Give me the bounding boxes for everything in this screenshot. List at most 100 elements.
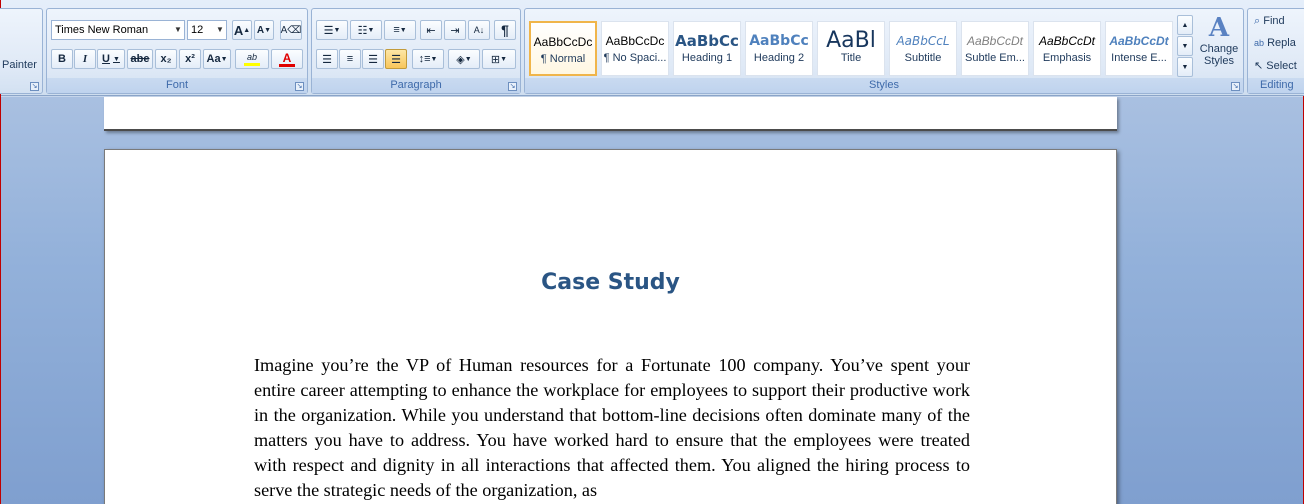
justify-icon: ☰: [391, 53, 401, 66]
clipboard-launcher-icon[interactable]: ↘: [30, 82, 39, 91]
styles-scroll-down-button[interactable]: ▼: [1177, 36, 1193, 56]
line-spacing-button[interactable]: ↕≡ ▼: [412, 49, 444, 69]
chevron-down-icon[interactable]: ▼: [214, 21, 226, 39]
decrease-indent-button[interactable]: ⇤: [420, 20, 442, 40]
show-marks-button[interactable]: ¶: [494, 20, 516, 40]
paragraph-launcher-icon[interactable]: ↘: [508, 82, 517, 91]
style-sample: AaBbCcDt: [1038, 34, 1096, 48]
highlight-button[interactable]: ab: [235, 49, 269, 69]
change-styles-icon: A: [1208, 13, 1230, 43]
style-normal[interactable]: AaBbCcDc ¶ Normal: [529, 21, 597, 76]
replace-button[interactable]: ab Repla: [1254, 37, 1296, 49]
pilcrow-icon: ¶: [501, 22, 509, 38]
change-case-icon: Aa: [206, 53, 221, 65]
style-sample: AaBbCcDc: [605, 34, 665, 48]
bold-button[interactable]: B: [51, 49, 73, 69]
align-right-icon: ☰: [368, 53, 378, 66]
font-size-combo[interactable]: 12 ▼: [187, 20, 227, 40]
multilevel-list-button[interactable]: ≡ ▼: [384, 20, 416, 40]
font-launcher-icon[interactable]: ↘: [295, 82, 304, 91]
italic-button[interactable]: I: [74, 49, 96, 69]
shrink-font-button[interactable]: A ▼: [254, 20, 274, 40]
document-title[interactable]: Case Study: [105, 270, 1116, 295]
bullets-button[interactable]: ☰ ▼: [316, 20, 348, 40]
line-spacing-icon: ↕≡: [418, 53, 431, 65]
style-intense-emphasis[interactable]: AaBbCcDt Intense E...: [1105, 21, 1173, 76]
align-center-button[interactable]: ≡: [339, 49, 361, 69]
numbering-icon: ☷: [357, 24, 368, 37]
align-right-button[interactable]: ☰: [362, 49, 384, 69]
style-sample: AaBl: [826, 30, 876, 52]
style-name: Heading 2: [753, 52, 805, 64]
strikethrough-button[interactable]: abe: [127, 49, 153, 69]
strikethrough-icon: abe: [130, 53, 150, 65]
document-page[interactable]: Case Study Imagine you’re the VP of Huma…: [104, 149, 1117, 504]
style-subtle-emphasis[interactable]: AaBbCcDt Subtle Em...: [961, 21, 1029, 76]
increase-indent-button[interactable]: ⇥: [444, 20, 466, 40]
select-button[interactable]: ↖ Select: [1254, 59, 1297, 72]
style-title[interactable]: AaBl Title: [817, 21, 885, 76]
more-icon: ▼: [1181, 63, 1189, 71]
style-name: ¶ No Spaci...: [603, 52, 667, 64]
font-color-button[interactable]: A: [271, 49, 303, 69]
justify-button[interactable]: ☰: [385, 49, 407, 69]
superscript-button[interactable]: x²: [179, 49, 201, 69]
increase-indent-icon: ⇥: [450, 24, 460, 37]
paragraph-group: ☰ ▼ ☷ ▼ ≡ ▼ ⇤ ⇥ A↓ ¶ ☰ ≡ ☰ ☰ ↕≡ ▼ ◈ ▼ ⊞ ▼ Para…: [311, 8, 521, 94]
numbering-button[interactable]: ☷ ▼: [350, 20, 382, 40]
font-name-value: Times New Roman: [55, 24, 149, 36]
styles-group: AaBbCcDc ¶ Normal AaBbCcDc ¶ No Spaci...…: [524, 8, 1244, 94]
bold-icon: B: [58, 53, 66, 65]
style-no-spacing[interactable]: AaBbCcDc ¶ No Spaci...: [601, 21, 669, 76]
borders-button[interactable]: ⊞ ▼: [482, 49, 516, 69]
shrink-font-icon: A: [256, 24, 265, 36]
borders-icon: ⊞: [490, 53, 501, 66]
styles-scroll-up-button[interactable]: ▲: [1177, 15, 1193, 35]
shading-button[interactable]: ◈ ▼: [448, 49, 480, 69]
change-styles-label: Change: [1199, 43, 1239, 55]
chevron-down-icon[interactable]: ▼: [172, 21, 184, 39]
sort-icon: A↓: [473, 25, 485, 35]
grow-font-button[interactable]: A ▲: [232, 20, 252, 40]
underline-button[interactable]: U ▼: [97, 49, 125, 69]
style-name: Title: [840, 52, 862, 64]
font-name-combo[interactable]: Times New Roman ▼: [51, 20, 185, 40]
editing-group-label: Editing: [1248, 78, 1304, 93]
find-button[interactable]: ⌕ Find: [1254, 15, 1285, 28]
change-case-button[interactable]: Aa ▼: [203, 49, 231, 69]
styles-launcher-icon[interactable]: ↘: [1231, 82, 1240, 91]
style-sample: AaBbCcDc: [533, 35, 593, 49]
style-sample: AaBbCcDt: [966, 34, 1024, 48]
style-name: Subtitle: [904, 52, 942, 64]
style-heading-1[interactable]: AaBbCc Heading 1: [673, 21, 741, 76]
paragraph-group-label: Paragraph: [312, 78, 520, 93]
underline-icon: U: [102, 53, 110, 65]
style-subtitle[interactable]: AaBbCcL Subtitle: [889, 21, 957, 76]
font-group: Times New Roman ▼ 12 ▼ A ▲ A ▼ A⌫ B I U ▼ a…: [46, 8, 308, 94]
format-painter-button[interactable]: Painter: [2, 59, 37, 71]
change-styles-button[interactable]: A Change Styles: [1197, 13, 1241, 77]
clear-formatting-button[interactable]: A⌫: [280, 20, 302, 40]
sort-button[interactable]: A↓: [468, 20, 490, 40]
align-left-button[interactable]: ☰: [316, 49, 338, 69]
style-name: Intense E...: [1111, 52, 1167, 64]
subscript-icon: x₂: [160, 53, 172, 65]
bullets-icon: ☰: [323, 24, 334, 37]
style-name: Emphasis: [1042, 52, 1092, 64]
style-heading-2[interactable]: AaBbCc Heading 2: [745, 21, 813, 76]
font-color-icon: A: [282, 50, 292, 65]
previous-page-edge: [104, 97, 1117, 131]
styles-more-button[interactable]: ▼: [1177, 57, 1193, 77]
chevron-down-icon: ▼: [1181, 42, 1189, 50]
style-name: Subtle Em...: [965, 52, 1025, 64]
align-center-icon: ≡: [346, 53, 354, 65]
italic-icon: I: [82, 53, 88, 65]
document-body-paragraph[interactable]: Imagine you’re the VP of Human resources…: [254, 353, 970, 503]
subscript-button[interactable]: x₂: [155, 49, 177, 69]
cursor-icon: ↖: [1254, 60, 1264, 72]
grow-font-icon: A: [233, 22, 244, 38]
clear-formatting-icon: A⌫: [280, 24, 302, 36]
style-emphasis[interactable]: AaBbCcDt Emphasis: [1033, 21, 1101, 76]
find-label: Find: [1263, 15, 1285, 27]
clipboard-group: Painter ↘: [0, 8, 43, 94]
